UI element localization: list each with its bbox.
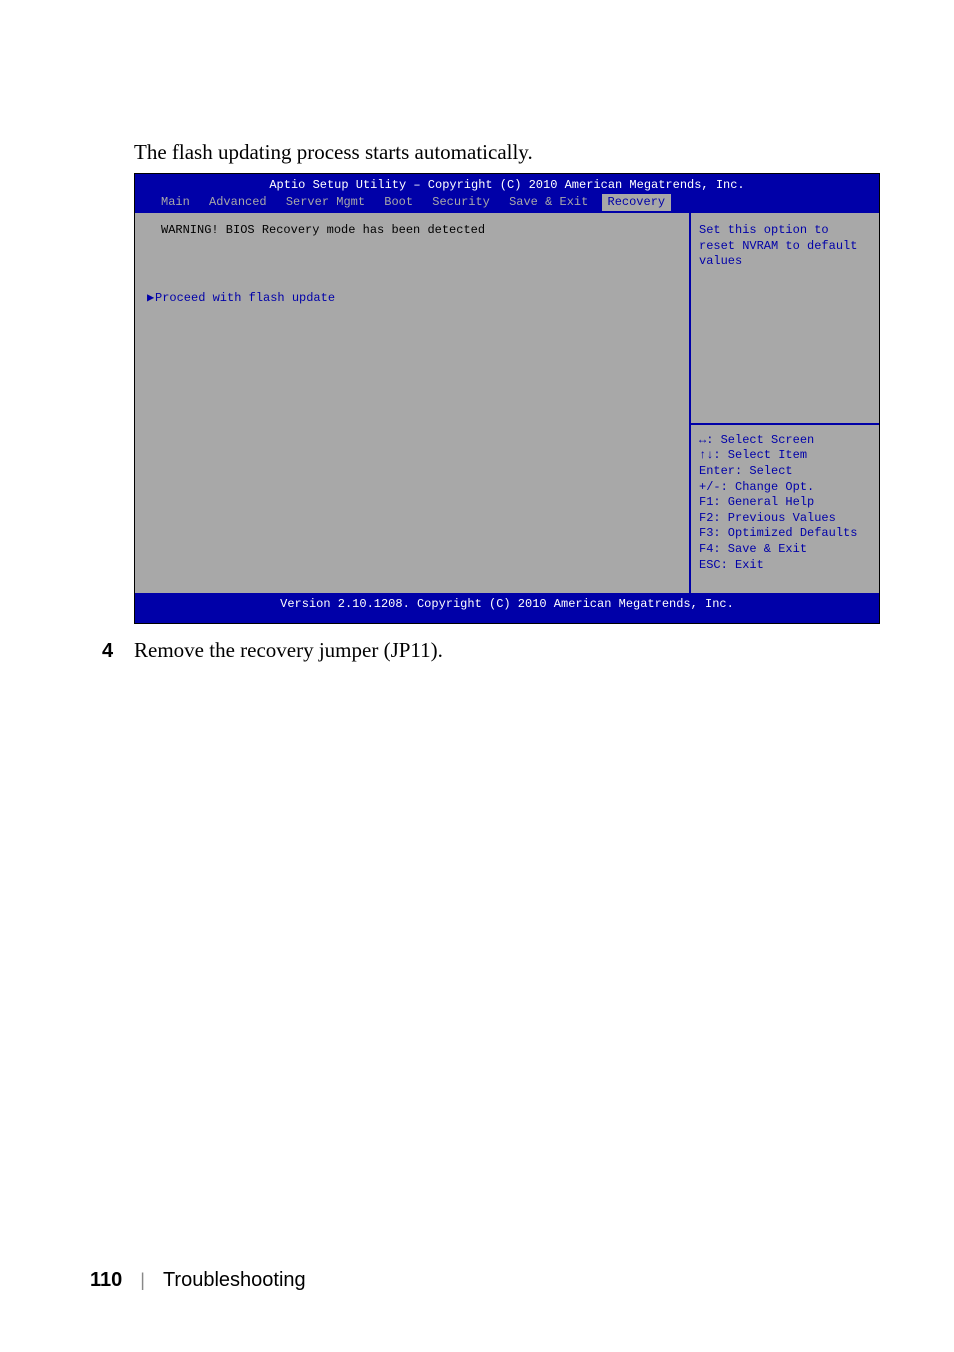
key-change-opt: +/-: Change Opt. [699,480,871,496]
step-text: Remove the recovery jumper (JP11). [134,638,443,663]
key-save-exit: F4: Save & Exit [699,542,871,558]
submenu-arrow-icon: ▶ [147,291,155,307]
key-previous-values: F2: Previous Values [699,511,871,527]
bios-left-panel: WARNING! BIOS Recovery mode has been det… [135,213,691,593]
key-select-item: ↑↓: Select Item [699,448,871,464]
key-optimized-defaults: F3: Optimized Defaults [699,526,871,542]
tab-advanced[interactable]: Advanced [203,194,273,212]
bios-help-text: Set this option to reset NVRAM to defaul… [691,213,879,423]
proceed-flash-update-item[interactable]: ▶Proceed with flash update [147,291,677,307]
bios-screenshot: Aptio Setup Utility – Copyright (C) 2010… [134,173,880,624]
intro-text: The flash updating process starts automa… [134,140,864,165]
flash-line-label: Proceed with flash update [155,291,335,305]
bios-body: WARNING! BIOS Recovery mode has been det… [135,213,879,593]
step-row: 4 Remove the recovery jumper (JP11). [90,638,864,663]
key-esc-exit: ESC: Exit [699,558,871,574]
step-number: 4 [90,640,134,663]
tab-save-exit[interactable]: Save & Exit [503,194,594,212]
key-enter: Enter: Select [699,464,871,480]
bios-title-bar: Aptio Setup Utility – Copyright (C) 2010… [135,174,879,194]
bios-version-footer: Version 2.10.1208. Copyright (C) 2010 Am… [135,593,879,623]
bios-warning-text: WARNING! BIOS Recovery mode has been det… [147,223,677,239]
tab-server-mgmt[interactable]: Server Mgmt [280,194,371,212]
document-page: The flash updating process starts automa… [0,0,954,1352]
footer-separator: | [140,1270,145,1291]
tab-security[interactable]: Security [426,194,496,212]
bios-key-legend: ↔: Select Screen ↑↓: Select Item Enter: … [691,423,879,593]
bios-right-panel: Set this option to reset NVRAM to defaul… [691,213,879,593]
bios-tab-row: Main Advanced Server Mgmt Boot Security … [135,194,879,214]
tab-boot[interactable]: Boot [378,194,419,212]
page-number: 110 [90,1269,122,1292]
page-footer: 110 | Troubleshooting [90,1269,306,1292]
tab-recovery[interactable]: Recovery [602,194,672,212]
key-general-help: F1: General Help [699,495,871,511]
footer-section-title: Troubleshooting [163,1269,306,1292]
key-select-screen: ↔: Select Screen [699,433,871,449]
tab-main[interactable]: Main [155,194,196,212]
